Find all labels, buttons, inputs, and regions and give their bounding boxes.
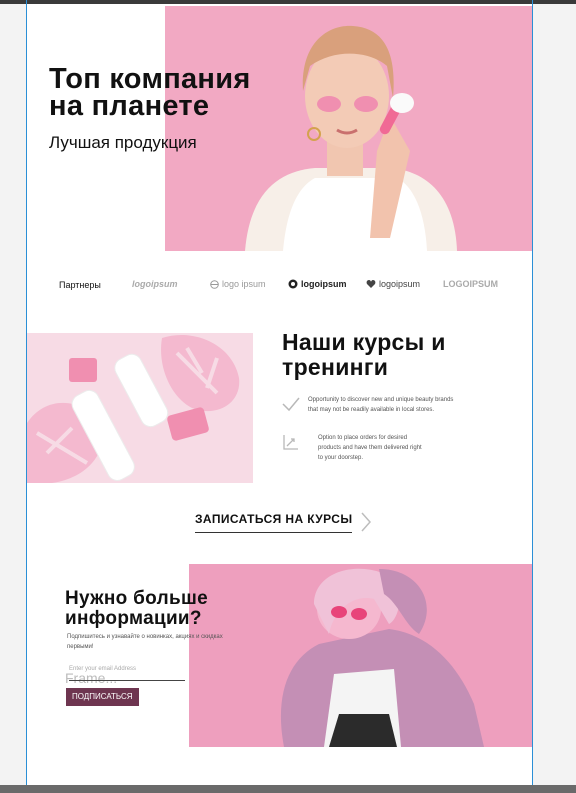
hero-subtitle: Лучшая продукция [49, 133, 197, 152]
partner-logo-5-text: LOGOIPSUM [443, 279, 499, 289]
partners-strip: Партнеры logoipsum logo ipsum logoipsum … [27, 274, 532, 298]
frame-label: Frame... [65, 670, 118, 686]
partner-logo-3-text: logoipsum [301, 279, 347, 289]
check-icon [282, 397, 300, 412]
newsletter-description: Подпишитесь и узнавайте о новинках, акци… [67, 634, 223, 650]
courses-image [27, 333, 253, 483]
courses-title-line2: тренинги [282, 354, 389, 380]
enroll-courses-button[interactable]: ЗАПИСАТЬСЯ НА КУРСЫ [195, 511, 372, 533]
partner-logo-4: logoipsum [366, 279, 420, 289]
enroll-courses-label: ЗАПИСАТЬСЯ НА КУРСЫ [195, 512, 353, 533]
guide-line-right [532, 0, 533, 793]
chart-arrow-icon [283, 435, 298, 450]
courses-title: Наши курсы и тренинги [282, 330, 446, 380]
feature-text-2-line2: products and have them delivered right [318, 445, 422, 451]
courses-title-line1: Наши курсы и [282, 329, 446, 355]
partners-label: Партнеры [59, 280, 101, 290]
bottom-bar [0, 785, 576, 793]
feature-text-2-line1: Option to place orders for desired [318, 435, 408, 441]
feature-item-1: Opportunity to discover new and unique b… [282, 395, 453, 415]
feature-text-1-line2: that may not be readily available in loc… [308, 407, 435, 413]
hero-image [165, 6, 532, 251]
newsletter-title-line1: Нужно больше [65, 588, 208, 609]
partner-logo-3: logoipsum [288, 279, 347, 289]
partner-logo-2-text: logo ipsum [222, 279, 266, 289]
feature-text-2: Option to place orders for desired produ… [318, 433, 422, 463]
partner-logo-1-text: logoipsum [132, 279, 178, 289]
partner-logo-5: LOGOIPSUM [443, 279, 498, 289]
newsletter-title-line2: информации? [65, 608, 202, 629]
hero-title: Топ компания на планете [49, 65, 251, 122]
feature-text-1: Opportunity to discover new and unique b… [308, 395, 453, 415]
partner-logo-1: logoipsum [132, 279, 178, 289]
globe-icon [210, 279, 219, 289]
landing-page: Топ компания на планете Лучшая продукция… [27, 4, 532, 785]
feature-text-2-line3: to your doorstep. [318, 455, 364, 461]
email-field-underline [69, 680, 185, 681]
feature-text-1-line1: Opportunity to discover new and unique b… [308, 397, 454, 403]
partner-logo-2: logo ipsum [210, 279, 266, 289]
partner-logo-4-text: logoipsum [379, 279, 421, 289]
circle-mark-icon [288, 279, 298, 289]
newsletter-image [189, 564, 532, 747]
feature-item-2: Option to place orders for desired produ… [282, 433, 422, 463]
heart-mark-icon [366, 280, 376, 288]
hero-title-line2: на планете [49, 90, 210, 122]
newsletter-title: Нужно больше информации? [65, 589, 208, 629]
subscribe-button[interactable]: ПОДПИСАТЬСЯ [66, 688, 139, 706]
chevron-right-icon [361, 512, 372, 532]
